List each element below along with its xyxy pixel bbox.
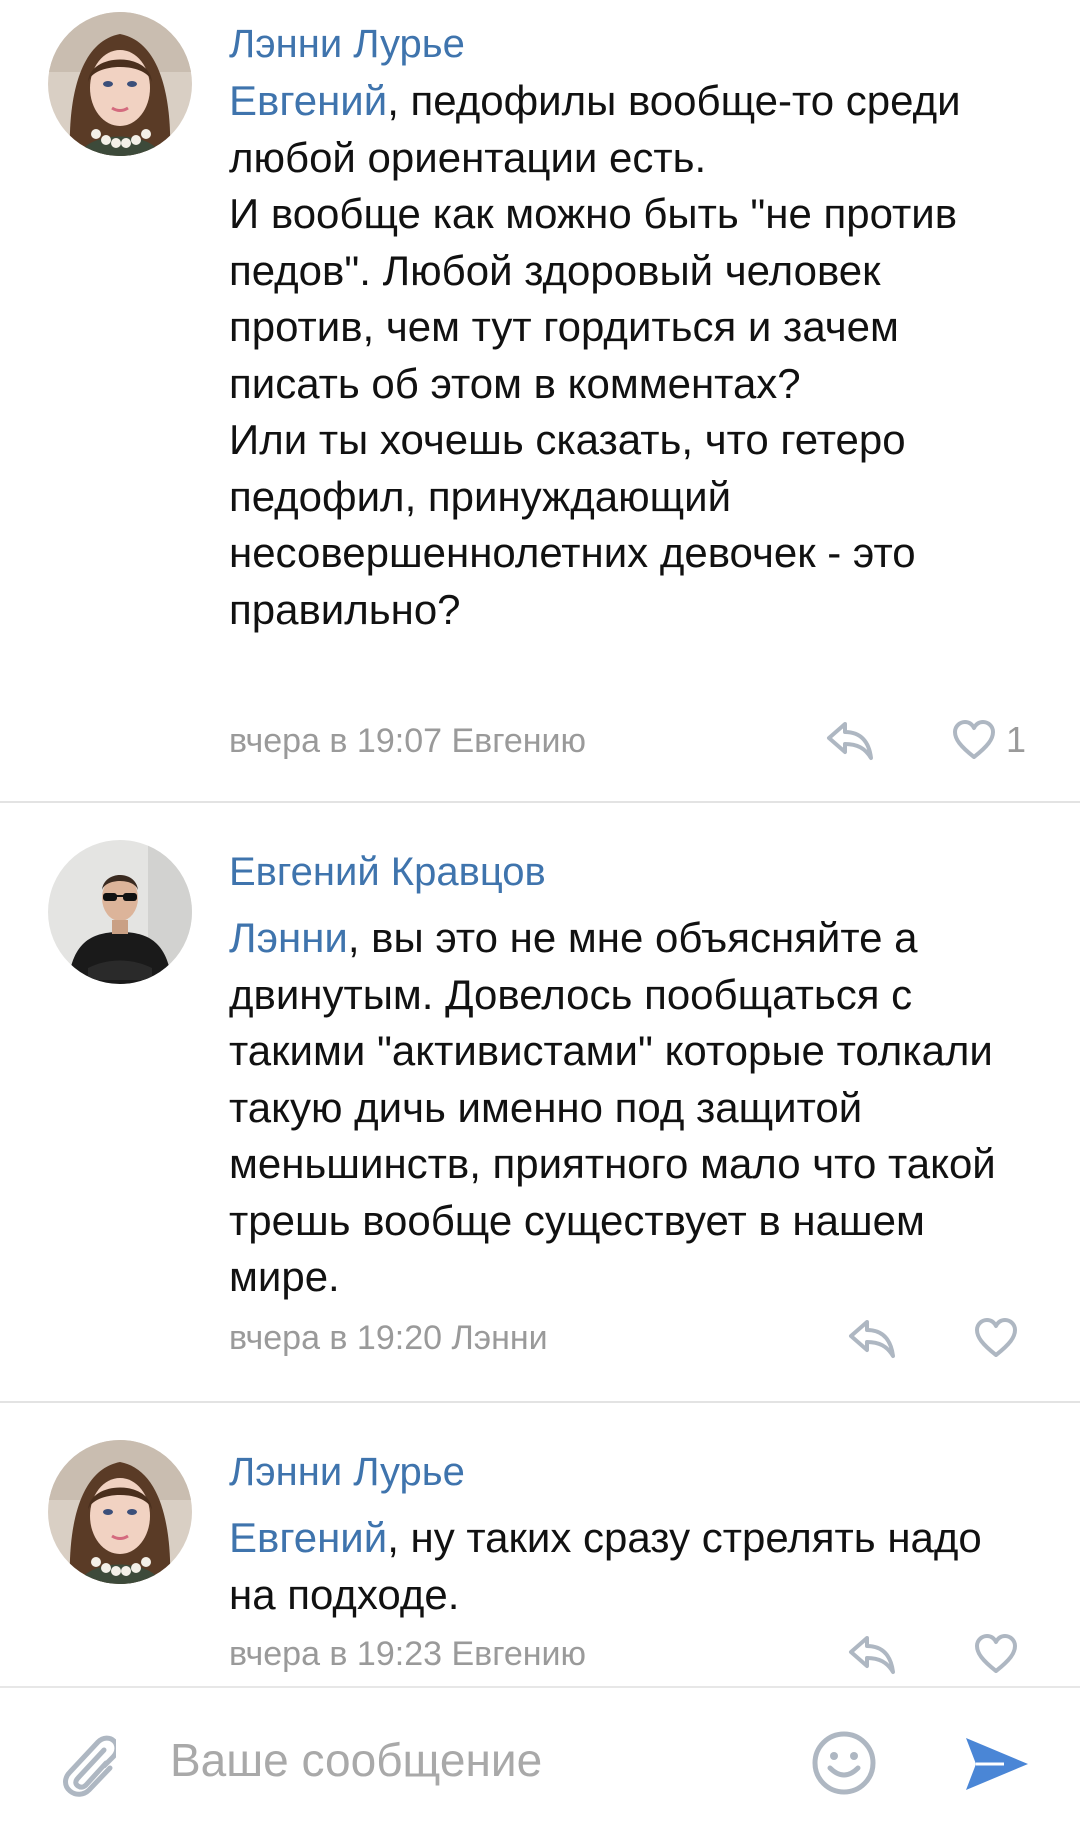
reply-icon[interactable]: [845, 1316, 897, 1360]
reply-icon[interactable]: [823, 718, 875, 762]
comment-meta: вчера в 19:07 Евгению: [229, 722, 587, 760]
comment-body: , вы это не мне объясняйте а двинутым. Д…: [229, 914, 996, 1300]
author-avatar[interactable]: [48, 12, 192, 156]
message-input[interactable]: [170, 1730, 770, 1790]
comment-meta: вчера в 19:20 Лэнни: [229, 1319, 548, 1357]
mention-link[interactable]: Евгений: [229, 77, 387, 124]
like-count: 1: [1006, 719, 1027, 760]
comment-text: Лэнни, вы это не мне объясняйте а двинут…: [229, 910, 1029, 1306]
mention-link[interactable]: Евгений: [229, 1514, 387, 1561]
divider: [0, 1401, 1080, 1403]
comment-text: Евгений, ну таких сразу стрелять надо на…: [229, 1510, 1029, 1623]
like-button[interactable]: 1: [952, 718, 1026, 762]
heart-icon: [953, 720, 995, 759]
like-button[interactable]: [974, 1316, 1028, 1360]
woman-portrait-avatar-icon: [48, 12, 192, 156]
comment-author[interactable]: Евгений Кравцов: [229, 848, 546, 896]
comment-meta: вчера в 19:23 Евгению: [229, 1635, 587, 1673]
message-composer: [0, 1686, 1080, 1835]
comment-author[interactable]: Лэнни Лурье: [229, 20, 465, 68]
comment-text: Евгений, педофилы вообще-то среди любой …: [229, 73, 1029, 638]
paperclip-icon[interactable]: [52, 1728, 116, 1800]
man-in-sunglasses-avatar-icon: [48, 840, 192, 984]
smiley-icon[interactable]: [811, 1730, 877, 1796]
author-avatar[interactable]: [48, 840, 192, 984]
comment-author[interactable]: Лэнни Лурье: [229, 1448, 465, 1496]
reply-icon[interactable]: [845, 1632, 897, 1676]
heart-icon: [975, 1318, 1017, 1357]
comment-body: , педофилы вообще-то среди любой ориента…: [229, 77, 961, 633]
like-button[interactable]: [974, 1632, 1028, 1676]
divider: [0, 801, 1080, 803]
heart-icon: [975, 1634, 1017, 1673]
author-avatar[interactable]: [48, 1440, 192, 1584]
woman-portrait-avatar-icon: [48, 1440, 192, 1584]
mention-link[interactable]: Лэнни: [229, 914, 348, 961]
send-arrow-icon[interactable]: [964, 1734, 1030, 1794]
